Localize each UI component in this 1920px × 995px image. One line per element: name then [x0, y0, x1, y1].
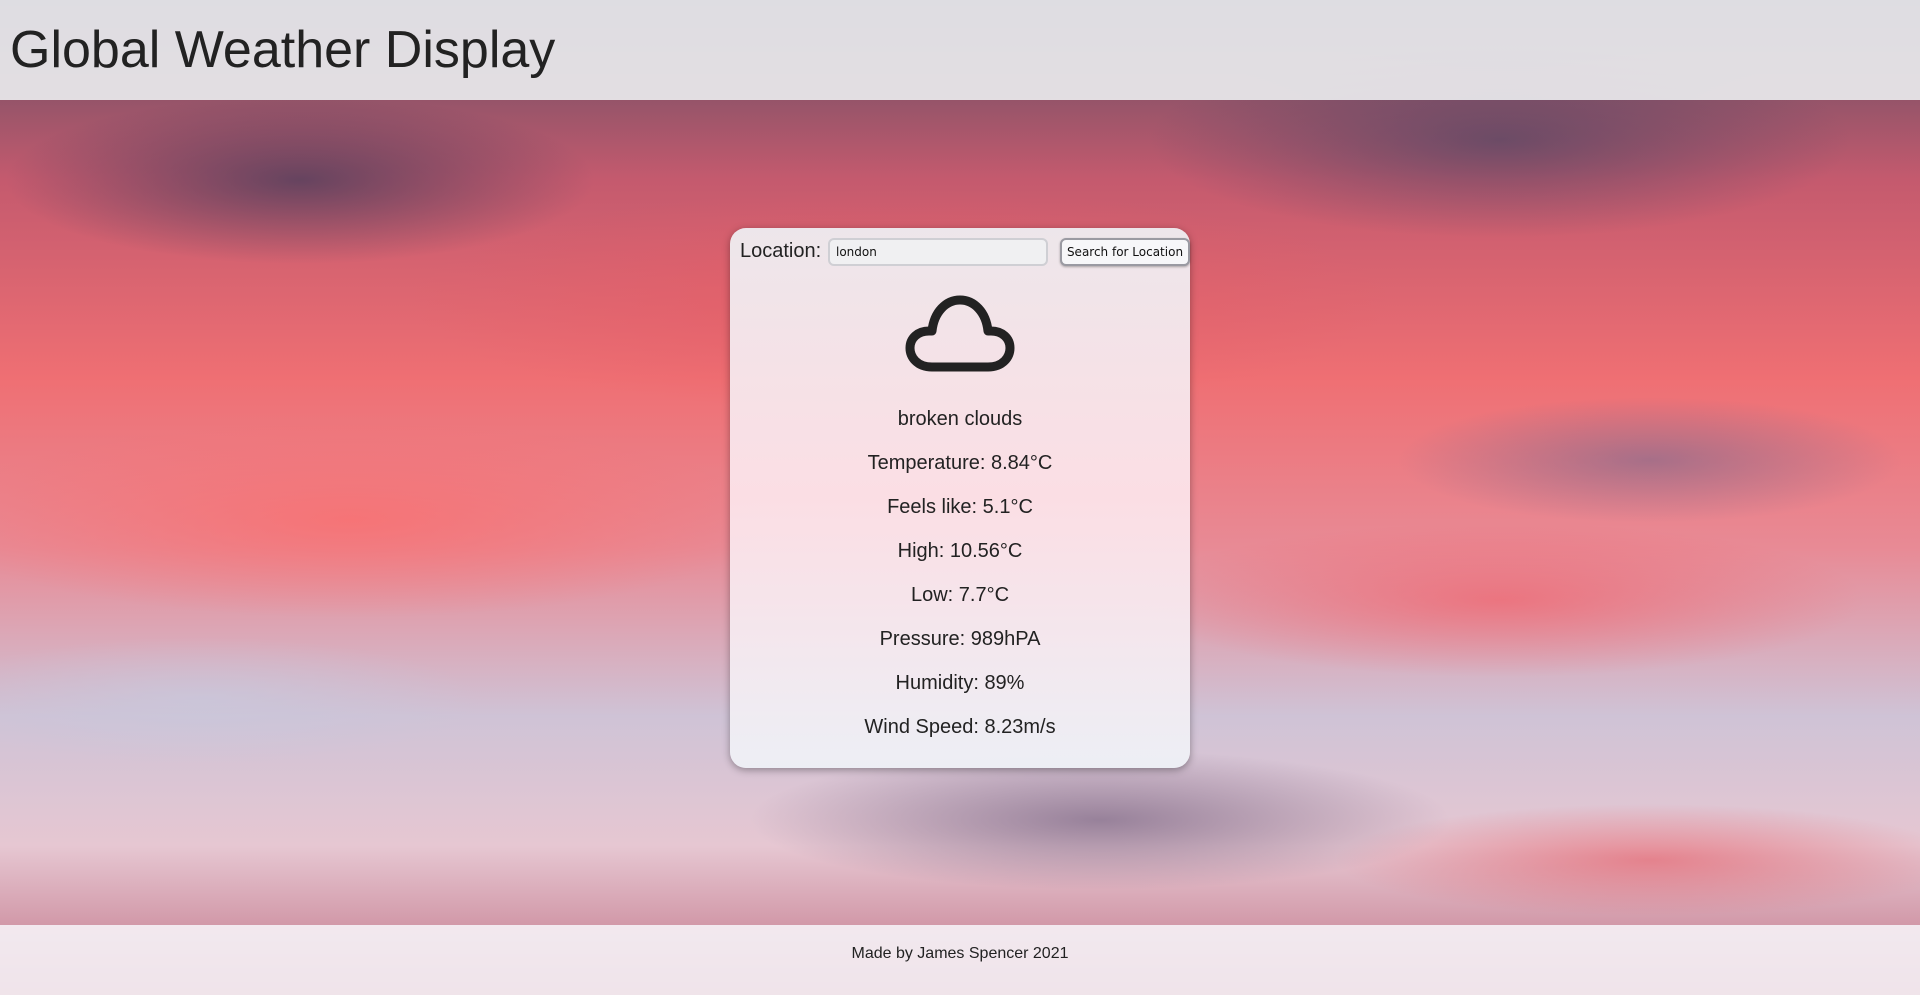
search-location-button[interactable]: Search for Location — [1060, 238, 1190, 266]
low-temperature-text: Low: 7.7°C — [910, 584, 1010, 606]
page-header: Global Weather Display — [0, 0, 1920, 100]
footer-credit: Made by James Spencer 2021 — [851, 945, 1069, 962]
temperature-text: Temperature: 8.84°C — [867, 452, 1053, 474]
high-temperature-text: High: 10.56°C — [897, 540, 1023, 562]
location-input[interactable] — [828, 238, 1048, 266]
feels-like-text: Feels like: 5.1°C — [887, 496, 1033, 518]
humidity-text: Humidity: 89% — [895, 672, 1025, 694]
pressure-text: Pressure: 989hPA — [879, 628, 1041, 650]
page-title: Global Weather Display — [10, 21, 556, 79]
location-search-form: Location: Search for Location — [740, 238, 1190, 268]
page-footer: Made by James Spencer 2021 — [0, 925, 1920, 995]
wind-speed-text: Wind Speed: 8.23m/s — [864, 716, 1056, 738]
location-label: Location: — [740, 240, 822, 262]
weather-description: broken clouds — [897, 408, 1023, 430]
weather-card: Location: Search for Location broken clo… — [730, 228, 1190, 768]
cloud-icon — [905, 295, 1015, 372]
